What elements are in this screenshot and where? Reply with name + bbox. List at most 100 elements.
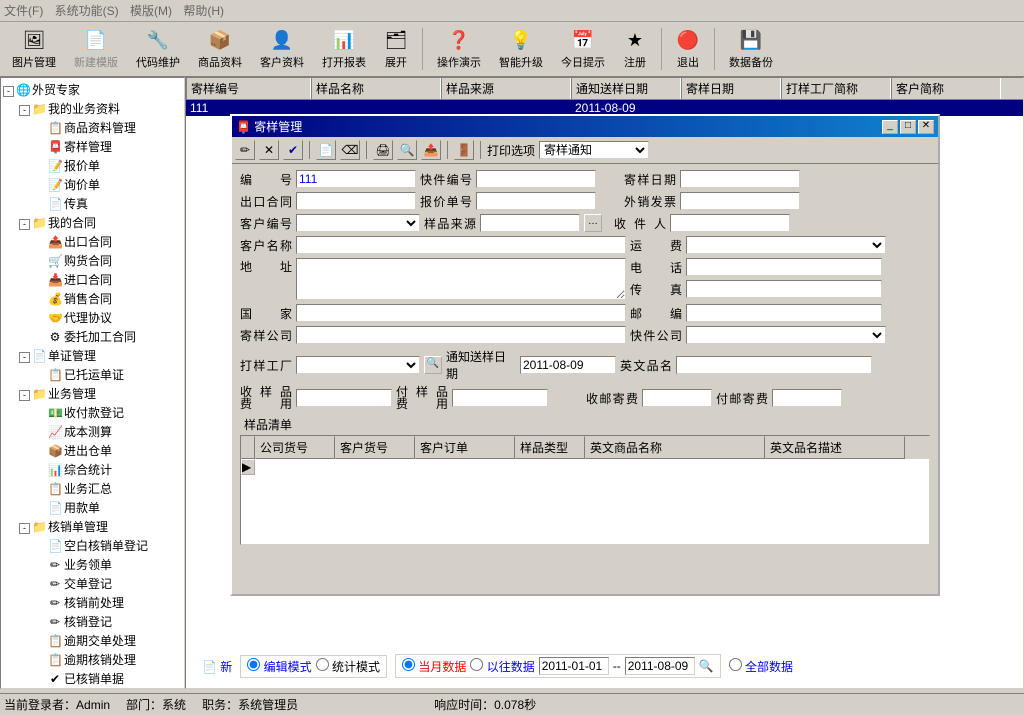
recipient-input[interactable] [670,214,790,232]
country-input[interactable] [296,304,626,322]
tree-node[interactable]: 📝报价单 [3,156,182,175]
date-from-input[interactable] [539,657,609,675]
tree-node[interactable]: 📄空白核销单登记 [3,536,182,555]
fee4-input[interactable] [772,389,842,407]
menu-file[interactable]: 文件(F) [4,4,43,18]
tree-node[interactable]: -🌐外贸专家 [3,80,182,99]
grid-header-cell[interactable]: 打样工厂简称 [781,78,891,99]
preview-icon[interactable]: 🔍 [397,140,417,160]
print-option-select[interactable]: 寄样通知 [539,141,649,159]
toolbar-客户资料[interactable]: 👤客户资料 [252,26,312,72]
maximize-button[interactable]: □ [900,120,916,134]
tree-node[interactable]: 📝询价单 [3,175,182,194]
tree-node[interactable]: ✏核销登记 [3,612,182,631]
toolbar-商品资料[interactable]: 📦商品资料 [190,26,250,72]
nav-tree[interactable]: -🌐外贸专家-📁我的业务资料📋商品资料管理📮寄样管理📝报价单📝询价单📄传真-📁我… [0,77,185,689]
num-input[interactable] [296,170,416,188]
tree-node[interactable]: -📁我的合同 [3,213,182,232]
phone-input[interactable] [686,258,882,276]
export-contract-input[interactable] [296,192,416,210]
freight-select[interactable] [686,236,886,254]
send-co-input[interactable] [296,326,626,344]
dialog-titlebar[interactable]: 📮 寄样管理 _ □ ✕ [232,116,938,137]
tree-node[interactable]: 📊综合统计 [3,460,182,479]
grid-header-cell[interactable]: 通知送样日期 [571,78,681,99]
expand-icon[interactable]: - [19,352,30,363]
tree-node[interactable]: ⚙委托加工合同 [3,327,182,346]
cust-name-input[interactable] [296,236,626,254]
postcode-input[interactable] [686,304,882,322]
send-date-input[interactable] [680,170,800,188]
tree-node[interactable]: ✏核销前处理 [3,593,182,612]
factory-select[interactable] [296,356,420,374]
sub-header-cell[interactable]: 客户货号 [335,436,415,459]
toolbar-数据备份[interactable]: 💾数据备份 [721,26,781,72]
sub-header-cell[interactable]: 客户订单 [415,436,515,459]
source-input[interactable] [480,214,580,232]
fee3-input[interactable] [642,389,712,407]
tree-node[interactable]: ✏业务领单 [3,555,182,574]
confirm-icon[interactable]: ✔ [283,140,303,160]
tree-node[interactable]: 🛒购货合同 [3,251,182,270]
sub-header-cell[interactable]: 公司货号 [255,436,335,459]
stat-mode-radio[interactable]: 统计模式 [316,658,380,675]
tree-node[interactable]: 📤出口合同 [3,232,182,251]
tree-node[interactable]: 💵收付款登记 [3,403,182,422]
expand-icon[interactable]: - [19,105,30,116]
past-data-radio[interactable]: 以往数据 [470,658,534,675]
express-co-select[interactable] [686,326,886,344]
minimize-button[interactable]: _ [882,120,898,134]
invoice-input[interactable] [680,192,800,210]
expand-icon[interactable]: - [3,86,14,97]
close-button[interactable]: ✕ [918,120,934,134]
exit-icon[interactable]: 🚪 [454,140,474,160]
date-to-input[interactable] [625,657,695,675]
menu-help[interactable]: 帮助(H) [183,4,224,18]
grid-header-cell[interactable]: 寄样编号 [186,78,311,99]
new-link[interactable]: 📄 新 [202,658,232,675]
fax-input[interactable] [686,280,882,298]
tree-node[interactable]: -📄单证管理 [3,346,182,365]
en-name-input[interactable] [676,356,872,374]
search-icon[interactable]: 🔍 [699,659,714,673]
print-icon[interactable]: 🖨 [373,140,393,160]
toolbar-展开[interactable]: 🗂展开 [376,26,416,72]
tree-node[interactable]: 📦进出仓单 [3,441,182,460]
lookup-button[interactable]: … [584,214,602,232]
menu-system[interactable]: 系统功能(S) [55,4,119,18]
factory-lookup-button[interactable]: 🔍 [424,356,442,374]
toolbar-智能升级[interactable]: 💡智能升级 [491,26,551,72]
tree-node[interactable]: 📄用款单 [3,498,182,517]
tree-node[interactable]: 📈成本测算 [3,422,182,441]
grid-header-cell[interactable]: 寄样日期 [681,78,781,99]
expand-icon[interactable]: - [19,219,30,230]
fee2-input[interactable] [452,389,548,407]
expand-icon[interactable]: - [19,523,30,534]
tree-node[interactable]: 📋业务汇总 [3,479,182,498]
sub-header-cell[interactable]: 英文品名描述 [765,436,905,459]
tree-node[interactable]: 📋已托运单证 [3,365,182,384]
sub-grid[interactable]: 公司货号客户货号客户订单样品类型英文商品名称英文品名描述 ▶ [240,435,930,545]
tree-node[interactable]: 📊全部核销单 [3,688,182,689]
quote-input[interactable] [476,192,596,210]
export-icon[interactable]: 📤 [421,140,441,160]
toolbar-图片管理[interactable]: 🖼图片管理 [4,26,64,72]
toolbar-代码维护[interactable]: 🔧代码维护 [128,26,188,72]
all-data-radio[interactable]: 全部数据 [729,658,793,675]
tree-node[interactable]: 📮寄样管理 [3,137,182,156]
tree-node[interactable]: 📋商品资料管理 [3,118,182,137]
tree-node[interactable]: 📋逾期交单处理 [3,631,182,650]
erase-icon[interactable]: ⌫ [340,140,360,160]
tree-node[interactable]: -📁业务管理 [3,384,182,403]
toolbar-今日提示[interactable]: 📅今日提示 [553,26,613,72]
menu-template[interactable]: 模版(M) [130,4,172,18]
cust-code-select[interactable] [296,214,420,232]
sub-header-cell[interactable]: 样品类型 [515,436,585,459]
tree-node[interactable]: -📁我的业务资料 [3,99,182,118]
expand-icon[interactable]: - [19,390,30,401]
toolbar-退出[interactable]: 🔴退出 [668,26,708,72]
notify-date-input[interactable] [520,356,616,374]
new-icon[interactable]: 📄 [316,140,336,160]
express-input[interactable] [476,170,596,188]
tree-node[interactable]: ✔已核销单据 [3,669,182,688]
